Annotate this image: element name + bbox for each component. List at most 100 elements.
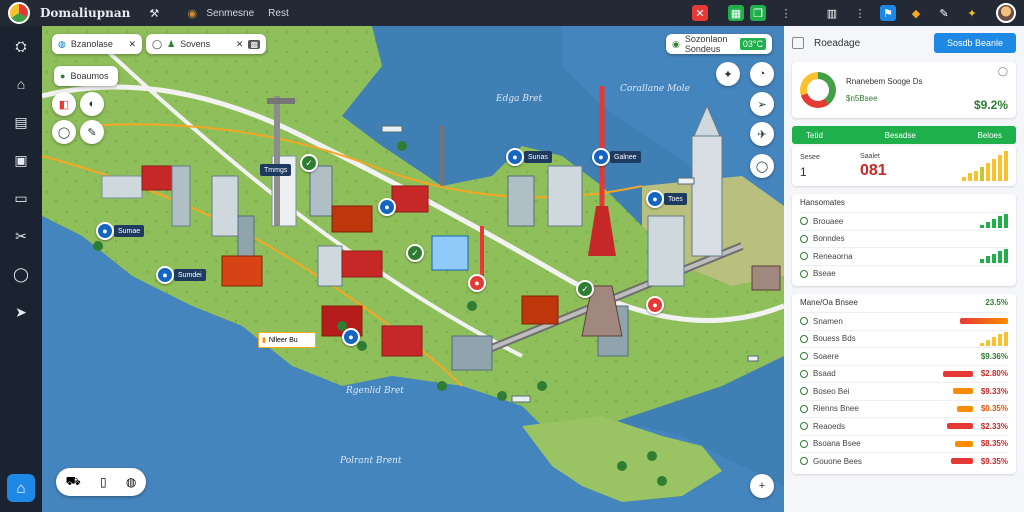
water-label: Corallane Mole bbox=[620, 84, 690, 94]
map-pin[interactable]: ● bbox=[506, 148, 524, 166]
compass-icon[interactable]: ➢ bbox=[750, 92, 774, 116]
status-dot bbox=[800, 317, 808, 326]
map-pin[interactable]: ✓ bbox=[406, 244, 424, 262]
progress-bar bbox=[946, 423, 973, 430]
map-pin[interactable]: ✓ bbox=[300, 154, 318, 172]
app-logo bbox=[8, 2, 30, 24]
close-icon[interactable]: ✕ bbox=[692, 5, 708, 21]
tools-icon[interactable]: ⚒ bbox=[146, 5, 162, 21]
close-icon[interactable]: ✕ bbox=[128, 39, 136, 50]
list-item[interactable]: Bsoana Bsee $8.35% bbox=[800, 434, 1008, 453]
list-item-label: Rienns Bnee bbox=[813, 404, 859, 414]
search-input[interactable]: Sovens bbox=[180, 39, 210, 49]
list-item[interactable]: Rienns Bnee $0.35% bbox=[800, 399, 1008, 418]
clipboard-icon[interactable]: ▤ bbox=[9, 110, 33, 134]
more-icon[interactable]: ⋮ bbox=[852, 5, 868, 21]
water-label: Polrant Brent bbox=[340, 456, 402, 466]
list-item[interactable]: Brouaee bbox=[800, 212, 1008, 230]
kpi-block: Sesee 1 bbox=[800, 154, 860, 179]
plane-icon[interactable]: ✈ bbox=[750, 122, 774, 146]
tools-icon[interactable]: ✎ bbox=[936, 5, 952, 21]
panel-action-button[interactable]: Sosdb Beanle bbox=[934, 33, 1016, 53]
search-bar[interactable]: ◯ ♟ Sovens ✕ ▩ bbox=[146, 34, 266, 54]
location-icon[interactable]: ◉ bbox=[184, 5, 200, 21]
app-title: Domaliupnan bbox=[40, 6, 131, 20]
map-pin[interactable]: ● bbox=[378, 198, 396, 216]
list-item-label: Snamen bbox=[813, 316, 843, 326]
home-icon[interactable]: ⌂ bbox=[7, 474, 35, 502]
settings-icon[interactable]: ✦ bbox=[964, 5, 980, 21]
list-item[interactable]: Reaoeds $2.33% bbox=[800, 417, 1008, 435]
map-pin[interactable]: ● bbox=[342, 328, 360, 346]
menu-item[interactable]: Rest bbox=[268, 8, 289, 19]
list-item[interactable]: Bsaad $2.80% bbox=[800, 364, 1008, 383]
map-pin[interactable]: ● bbox=[468, 274, 486, 292]
search-bar[interactable]: ◍ Bzanolase ✕ bbox=[52, 34, 142, 54]
list-item-label: Bouess Bds bbox=[813, 334, 856, 344]
pin-icon[interactable]: ◆ bbox=[908, 5, 924, 21]
layers-icon[interactable]: ✦ bbox=[716, 62, 740, 86]
list-item-label: Bsoana Bsee bbox=[813, 439, 861, 449]
list-item[interactable]: Snamen bbox=[800, 312, 1008, 330]
tool-button[interactable]: ✎ bbox=[80, 120, 104, 144]
map-pin[interactable]: ● bbox=[646, 296, 664, 314]
map-view[interactable]: Edga Bret Corallane Mole Rgenlid Bret Po… bbox=[42, 26, 784, 512]
summary-sub: $n5Bsee bbox=[846, 94, 878, 103]
tools-icon[interactable]: ✂ bbox=[9, 224, 33, 248]
list-item[interactable]: Bouess Bds bbox=[800, 329, 1008, 348]
list-item[interactable]: Reneaorna bbox=[800, 247, 1008, 265]
tool-button[interactable]: ◐ bbox=[80, 92, 104, 116]
copy-icon[interactable]: ❐ bbox=[750, 5, 766, 21]
list-item-value: $9.35% bbox=[980, 456, 1008, 466]
info-callout[interactable]: ▮ Nlleer Bu bbox=[258, 332, 316, 348]
list-item[interactable]: Soaere $9.36% bbox=[800, 347, 1008, 365]
building-icon[interactable]: ▥ bbox=[824, 5, 840, 21]
avatar[interactable] bbox=[996, 3, 1016, 23]
add-icon[interactable]: + bbox=[750, 474, 774, 498]
flag-icon[interactable]: ⚑ bbox=[880, 5, 896, 21]
list-item-value: $0.35% bbox=[980, 404, 1008, 414]
car-icon[interactable]: ⛟ bbox=[66, 474, 81, 490]
layer-chip[interactable]: ● Boaumos bbox=[54, 66, 118, 86]
grid-icon[interactable]: ▦ bbox=[728, 5, 744, 21]
globe-icon[interactable]: ◍ bbox=[126, 475, 136, 489]
home-icon[interactable]: ⌂ bbox=[9, 72, 33, 96]
image-icon[interactable]: ▩ bbox=[248, 39, 260, 49]
layers-icon[interactable]: ⛭ bbox=[9, 34, 33, 58]
map-pin[interactable]: ● bbox=[592, 148, 610, 166]
weather-chip[interactable]: ◉ Sozonlaon Sondeus 03°C bbox=[666, 34, 772, 54]
document-icon[interactable]: ▯ bbox=[100, 475, 107, 489]
more-icon[interactable]: ⋮ bbox=[778, 5, 794, 21]
mini-bar-chart bbox=[980, 331, 1008, 346]
progress-bar bbox=[960, 318, 1008, 325]
list-item[interactable]: Bseae bbox=[800, 264, 1008, 283]
map-pin[interactable]: ● bbox=[156, 266, 174, 284]
list-item-value: $9.33% bbox=[980, 386, 1008, 396]
map-pin[interactable]: ✓ bbox=[576, 280, 594, 298]
filter-icon[interactable]: ◔ bbox=[750, 62, 774, 86]
search-input[interactable]: Bzanolase bbox=[71, 39, 113, 49]
status-dot bbox=[800, 422, 808, 431]
menu-item[interactable]: Senmesne bbox=[206, 8, 254, 19]
map-pin[interactable]: ● bbox=[96, 222, 114, 240]
pin-label: Galnee bbox=[610, 151, 641, 163]
sidebar: ⛭ ⌂ ▤ ▣ ▭ ✂ ◯ ➤ ⌂ bbox=[0, 26, 42, 512]
tool-button[interactable]: ◧ bbox=[52, 92, 76, 116]
location-icon[interactable]: ◯ bbox=[750, 154, 774, 178]
document-icon[interactable]: ▣ bbox=[9, 148, 33, 172]
map-pin[interactable]: ● bbox=[646, 190, 664, 208]
shield-icon[interactable]: ◯ bbox=[9, 262, 33, 286]
summary-card: Rnanebem Sooge Ds $n5Bsee $9.2% ◯ bbox=[792, 62, 1016, 118]
status-dot bbox=[800, 439, 808, 448]
list-item[interactable]: Gouone Bees $9.35% bbox=[800, 452, 1008, 470]
monitor-icon[interactable]: ▭ bbox=[9, 186, 33, 210]
close-icon[interactable]: ✕ bbox=[236, 39, 244, 50]
refresh-icon[interactable]: ◯ bbox=[998, 66, 1008, 77]
navigate-icon[interactable]: ➤ bbox=[9, 300, 33, 324]
list-item-label: Brouaee bbox=[813, 216, 844, 226]
list-item-label: Boseo Bei bbox=[813, 386, 850, 396]
list-item[interactable]: Boseo Bei $9.33% bbox=[800, 382, 1008, 400]
list-item[interactable]: Bonndes bbox=[800, 229, 1008, 248]
tool-button[interactable]: ◯ bbox=[52, 120, 76, 144]
panel-title: Roeadage bbox=[814, 37, 861, 49]
